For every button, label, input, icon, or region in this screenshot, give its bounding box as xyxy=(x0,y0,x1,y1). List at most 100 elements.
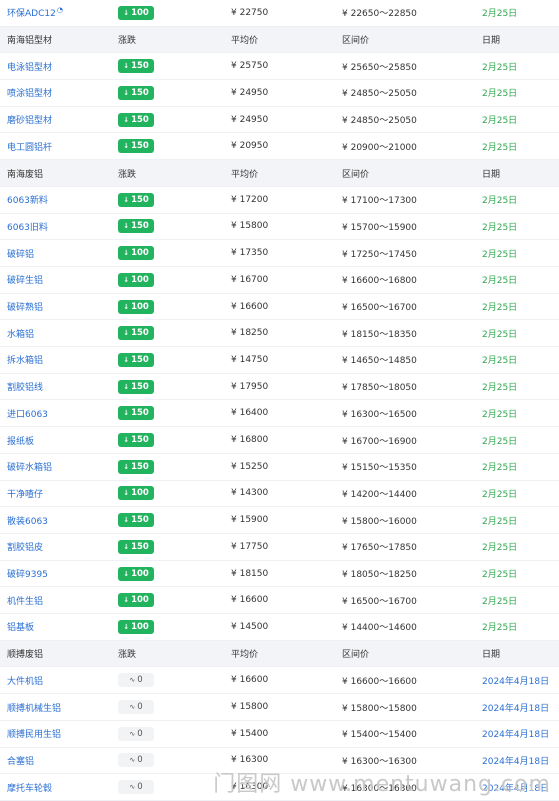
product-name-link[interactable]: 顺搏民用生铝 xyxy=(7,727,61,740)
table-row[interactable]: 报纸板 ↓ 150 ¥ 16800 ¥ 16700～16900 2月25日 xyxy=(0,427,559,454)
change-badge: ↓ 100 xyxy=(118,486,154,501)
product-name-link[interactable]: 磨砂铝型材 xyxy=(7,113,52,126)
product-name-link[interactable]: 顺搏机械生铝 xyxy=(7,701,61,714)
change-cell: ↓ 100 xyxy=(118,593,154,608)
table-row[interactable]: 大件机铝 ∿ 0 ¥ 16600 ¥ 16600～16600 2024年4月18日 xyxy=(0,668,559,695)
product-name-link[interactable]: 报纸板 xyxy=(7,434,34,447)
table-row[interactable]: 机件生铝 ↓ 100 ¥ 16600 ¥ 16500～16700 2月25日 xyxy=(0,587,559,615)
arrow-up-icon: ↓ xyxy=(123,596,130,605)
table-row[interactable]: 干净喳仔 ↓ 100 ¥ 14300 ¥ 14200～14400 2月25日 xyxy=(0,481,559,508)
change-badge: ↓ 100 xyxy=(118,566,154,581)
product-name-link[interactable]: 电泳铝型材 xyxy=(7,60,52,73)
range-price: ¥ 16300～16300 xyxy=(342,756,417,767)
table-row[interactable]: 6063新料 ↓ 150 ¥ 17200 ¥ 17100～17300 2月25日 xyxy=(0,187,559,214)
change-badge: ∿ 0 xyxy=(118,700,154,715)
arrow-up-icon: ↓ xyxy=(123,409,130,418)
avg-price: ¥ 16300 xyxy=(231,755,269,766)
product-name-link[interactable]: 铝基板 xyxy=(7,620,34,633)
date-value: 2月25日 xyxy=(482,570,518,581)
avg-price: ¥ 15400 xyxy=(231,728,269,739)
product-name-link[interactable]: 6063旧料 xyxy=(7,220,48,233)
product-name-link[interactable]: 破碎9395 xyxy=(7,567,48,580)
range-price: ¥ 24850～25050 xyxy=(342,116,417,127)
product-name-link[interactable]: 摩托车轮毂 xyxy=(7,781,52,794)
table-row[interactable]: 顺搏民用生铝 ∿ 0 ¥ 15400 ¥ 15400～15400 2024年4月18日 xyxy=(0,721,559,748)
range-price: ¥ 16700～16900 xyxy=(342,436,417,447)
table-row[interactable]: 顺搏机械生铝 ∿ 0 ¥ 15800 ¥ 15800～15800 2024年4月18日 xyxy=(0,694,559,721)
product-name-link[interactable]: 破碎生铝 xyxy=(7,273,43,286)
product-name-link[interactable]: 环保ADC12◔ xyxy=(7,6,63,19)
table-row[interactable]: 割胶铝皮 ↓ 150 ¥ 17750 ¥ 17650～17850 2月25日 xyxy=(0,534,559,561)
product-name-link[interactable]: 6063新料 xyxy=(7,193,48,206)
table-row[interactable]: 破碎生铝 ↓ 100 ¥ 16700 ¥ 16600～16800 2月25日 xyxy=(0,267,559,294)
date-value: 2月25日 xyxy=(482,62,518,73)
table-row[interactable]: 破碎9395 ↓ 100 ¥ 18150 ¥ 18050～18250 2月25日 xyxy=(0,561,559,588)
table-row[interactable]: 割胶铝线 ↓ 150 ¥ 17950 ¥ 17850～18050 2月25日 xyxy=(0,374,559,401)
change-cell: ∿ 0 xyxy=(118,780,154,795)
flat-trend-icon: ∿ xyxy=(129,676,136,685)
range-price: ¥ 18150～18350 xyxy=(342,329,417,340)
table-row[interactable]: 破碎水箱铝 ↓ 150 ¥ 15250 ¥ 15150～15350 2月25日 xyxy=(0,454,559,481)
change-badge: ∿ 0 xyxy=(118,753,154,768)
product-name-link[interactable]: 散装6063 xyxy=(7,514,48,527)
change-cell: ↓ 150 xyxy=(118,59,154,74)
change-badge: ↓ 150 xyxy=(118,139,154,154)
change-cell: ↓ 150 xyxy=(118,459,154,474)
product-name-link[interactable]: 进口6063 xyxy=(7,407,48,420)
table-row[interactable]: 磨砂铝型材 ↓ 150 ¥ 24950 ¥ 24850～25050 2月25日 xyxy=(0,107,559,134)
table-row[interactable]: 电工圆铝杆 ↓ 150 ¥ 20950 ¥ 20900～21000 2月25日 xyxy=(0,134,559,161)
table-row[interactable]: 拆水箱铝 ↓ 150 ¥ 14750 ¥ 14650～14850 2月25日 xyxy=(0,347,559,374)
avg-price: ¥ 18150 xyxy=(231,568,269,579)
product-name-link[interactable]: 破碎水箱铝 xyxy=(7,460,52,473)
table-row[interactable]: 水箱铝 ↓ 150 ¥ 18250 ¥ 18150～18350 2月25日 xyxy=(0,320,559,348)
date-value: 2月25日 xyxy=(482,356,518,367)
product-name-link[interactable]: 喷涂铝型材 xyxy=(7,86,52,99)
change-badge: ↓ 150 xyxy=(118,326,154,341)
product-name-link[interactable]: 拆水箱铝 xyxy=(7,353,43,366)
range-price: ¥ 15800～15800 xyxy=(342,703,417,714)
arrow-up-icon: ↓ xyxy=(123,302,130,311)
change-badge: ↓ 150 xyxy=(118,406,154,421)
table-row[interactable]: 破碎铝 ↓ 100 ¥ 17350 ¥ 17250～17450 2月25日 xyxy=(0,240,559,267)
arrow-up-icon: ↓ xyxy=(123,88,130,97)
date-value: 2月25日 xyxy=(482,9,518,20)
table-row[interactable]: 铝基板 ↓ 100 ¥ 14500 ¥ 14400～14600 2月25日 xyxy=(0,614,559,641)
change-cell: ↓ 100 xyxy=(118,619,154,634)
change-cell: ↓ 100 xyxy=(118,5,154,20)
product-name-link[interactable]: 大件机铝 xyxy=(7,674,43,687)
date-value: 2月25日 xyxy=(482,543,518,554)
table-row[interactable]: 6063旧料 ↓ 150 ¥ 15800 ¥ 15700～15900 2月25日 xyxy=(0,214,559,241)
col-header-range: 区间价 xyxy=(342,169,370,180)
date-value: 2月25日 xyxy=(482,196,518,207)
range-price: ¥ 16500～16700 xyxy=(342,303,417,314)
product-name-link[interactable]: 合塞铝 xyxy=(7,754,34,767)
change-cell: ↓ 150 xyxy=(118,139,154,154)
change-cell: ↓ 150 xyxy=(118,112,154,127)
change-badge: ↓ 150 xyxy=(118,459,154,474)
table-row[interactable]: 破碎熟铝 ↓ 100 ¥ 16600 ¥ 16500～16700 2月25日 xyxy=(0,294,559,321)
col-header-date: 日期 xyxy=(482,650,501,661)
product-name-link[interactable]: 电工圆铝杆 xyxy=(7,140,52,153)
table-row[interactable]: 环保ADC12◔ ↓ 100 ¥ 22750 ¥ 22650～22850 2月25日 xyxy=(0,0,559,27)
avg-price: ¥ 17950 xyxy=(231,381,269,392)
avg-price: ¥ 15800 xyxy=(231,221,269,232)
product-name-link[interactable]: 水箱铝 xyxy=(7,327,34,340)
product-name-link[interactable]: 破碎铝 xyxy=(7,247,34,260)
product-name-link[interactable]: 割胶铝皮 xyxy=(7,540,43,553)
product-name-link[interactable]: 破碎熟铝 xyxy=(7,300,43,313)
change-badge: ↓ 100 xyxy=(118,272,154,287)
change-badge: ↓ 150 xyxy=(118,513,154,528)
product-name-link[interactable]: 割胶铝线 xyxy=(7,380,43,393)
table-row[interactable]: 喷涂铝型材 ↓ 150 ¥ 24950 ¥ 24850～25050 2月25日 xyxy=(0,80,559,107)
change-badge: ↓ 100 xyxy=(118,5,154,20)
arrow-up-icon: ↓ xyxy=(123,622,130,631)
table-row[interactable]: 散装6063 ↓ 150 ¥ 15900 ¥ 15800～16000 2月25日 xyxy=(0,507,559,534)
table-row[interactable]: 电泳铝型材 ↓ 150 ¥ 25750 ¥ 25650～25850 2月25日 xyxy=(0,53,559,81)
range-price: ¥ 15800～16000 xyxy=(342,516,417,527)
avg-price: ¥ 22750 xyxy=(231,7,269,18)
change-cell: ↓ 100 xyxy=(118,486,154,501)
product-name-link[interactable]: 干净喳仔 xyxy=(7,487,43,500)
arrow-up-icon: ↓ xyxy=(123,275,130,284)
product-name-link[interactable]: 机件生铝 xyxy=(7,594,43,607)
table-row[interactable]: 进口6063 ↓ 150 ¥ 16400 ¥ 16300～16500 2月25日 xyxy=(0,401,559,428)
